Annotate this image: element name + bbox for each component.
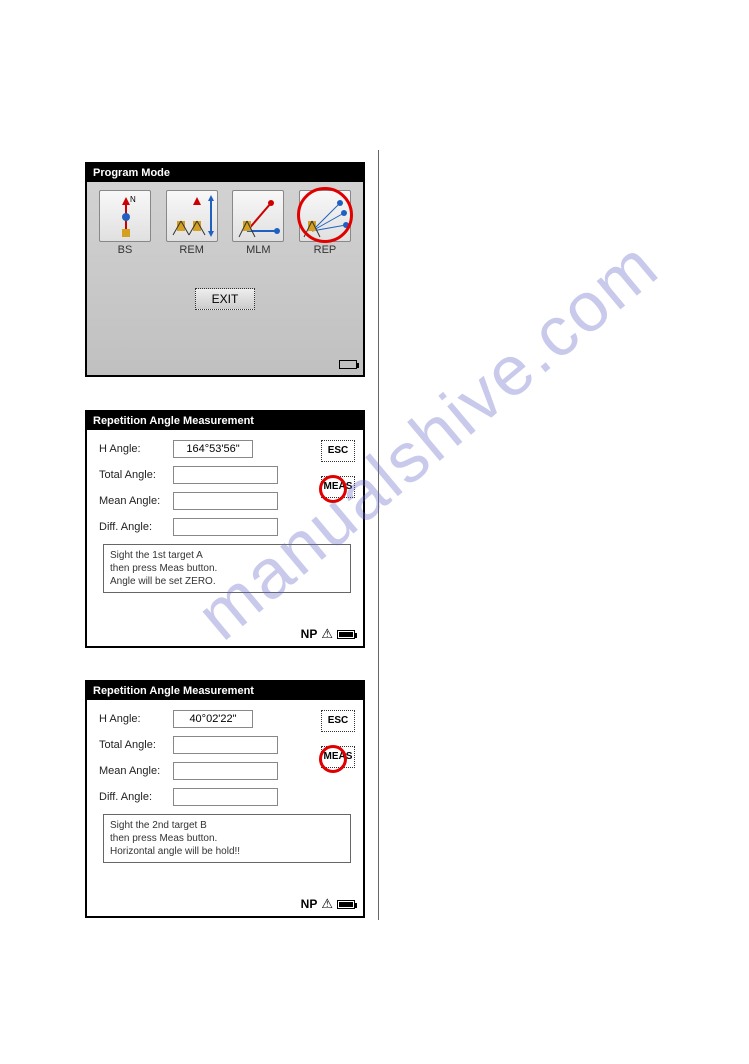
esc-button[interactable]: ESC xyxy=(321,710,355,732)
np-indicator: NP xyxy=(301,897,318,911)
svg-text:N: N xyxy=(130,195,136,204)
h-angle-value: 164°53'56" xyxy=(173,440,253,458)
rem-icon xyxy=(166,190,218,242)
program-mode-panel: Program Mode N BS xyxy=(85,162,365,377)
mean-angle-label: Mean Angle: xyxy=(99,495,167,507)
warning-icon: ⚠ xyxy=(321,896,333,912)
diff-angle-label: Diff. Angle: xyxy=(99,791,167,803)
mode-item-bs[interactable]: N BS xyxy=(99,190,151,256)
battery-icon xyxy=(339,360,357,372)
status-bar: NP ⚠ xyxy=(301,626,355,642)
mode-label: MLM xyxy=(246,244,270,256)
battery-icon xyxy=(337,900,355,909)
diff-angle-value xyxy=(173,518,278,536)
total-angle-value xyxy=(173,466,278,484)
highlight-circle-icon xyxy=(319,745,347,773)
total-angle-label: Total Angle: xyxy=(99,469,167,481)
diff-angle-value xyxy=(173,788,278,806)
mode-row: N BS xyxy=(91,186,359,260)
mean-angle-value xyxy=(173,492,278,510)
esc-button[interactable]: ESC xyxy=(321,440,355,462)
bs-icon: N xyxy=(99,190,151,242)
status-bar: NP ⚠ xyxy=(301,896,355,912)
mode-item-rep[interactable]: REP xyxy=(299,190,351,256)
instruction-box: Sight the 1st target A then press Meas b… xyxy=(103,544,351,593)
rep-icon xyxy=(299,190,351,242)
highlight-circle-icon xyxy=(297,187,353,243)
h-angle-label: H Angle: xyxy=(99,713,167,725)
h-angle-label: H Angle: xyxy=(99,443,167,455)
instruction-box: Sight the 2nd target B then press Meas b… xyxy=(103,814,351,863)
panel-title: Repetition Angle Measurement xyxy=(87,412,363,430)
total-angle-label: Total Angle: xyxy=(99,739,167,751)
panel-title: Repetition Angle Measurement xyxy=(87,682,363,700)
total-angle-value xyxy=(173,736,278,754)
meas-button[interactable]: MEAS xyxy=(321,476,355,498)
repetition-panel-2: Repetition Angle Measurement H Angle: 40… xyxy=(85,680,365,918)
mode-label: REM xyxy=(179,244,203,256)
panel-title: Program Mode xyxy=(87,164,363,182)
mode-item-rem[interactable]: REM xyxy=(166,190,218,256)
mode-label: BS xyxy=(118,244,133,256)
warning-icon: ⚠ xyxy=(321,626,333,642)
mean-angle-value xyxy=(173,762,278,780)
repetition-panel-1: Repetition Angle Measurement H Angle: 16… xyxy=(85,410,365,648)
mode-item-mlm[interactable]: MLM xyxy=(232,190,284,256)
vertical-divider xyxy=(378,150,379,920)
mean-angle-label: Mean Angle: xyxy=(99,765,167,777)
mode-label: REP xyxy=(314,244,337,256)
np-indicator: NP xyxy=(301,627,318,641)
diff-angle-label: Diff. Angle: xyxy=(99,521,167,533)
h-angle-value: 40°02'22" xyxy=(173,710,253,728)
meas-button[interactable]: MEAS xyxy=(321,746,355,768)
highlight-circle-icon xyxy=(319,475,347,503)
mlm-icon xyxy=(232,190,284,242)
exit-button[interactable]: EXIT xyxy=(195,288,255,310)
battery-icon xyxy=(337,630,355,639)
